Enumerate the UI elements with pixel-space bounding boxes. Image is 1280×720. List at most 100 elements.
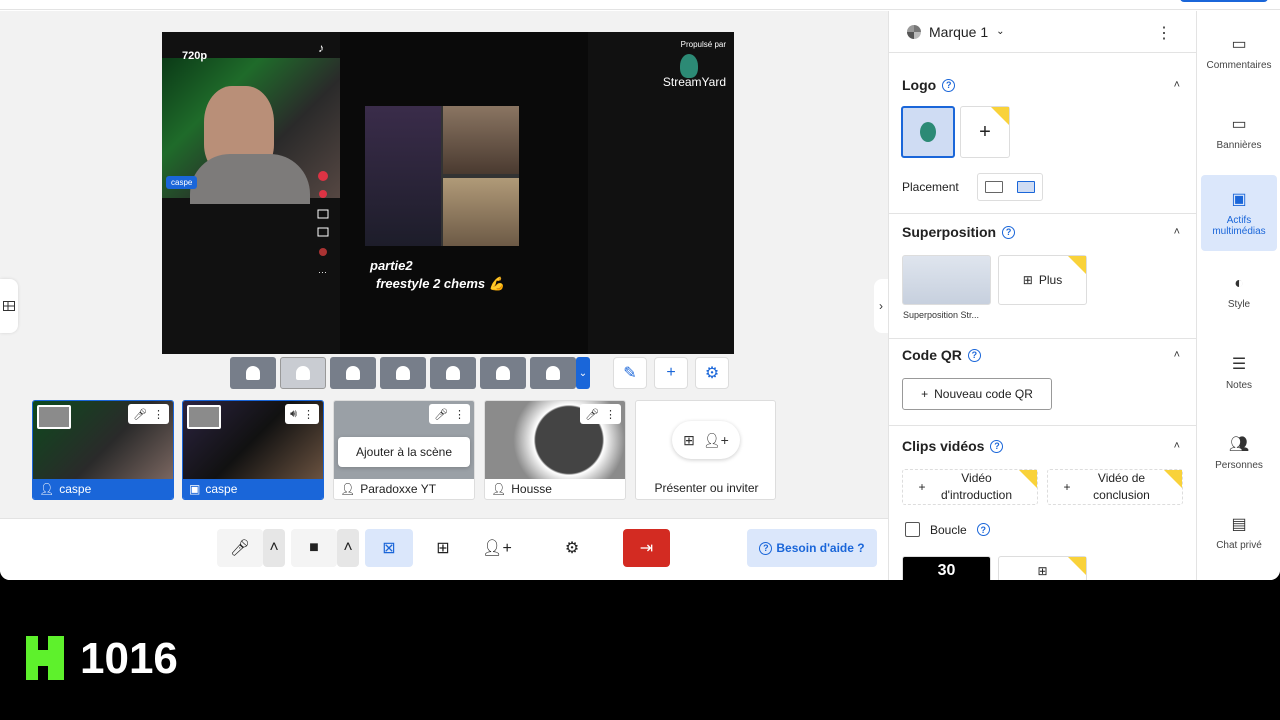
- person-icon: 👤︎: [491, 482, 507, 496]
- studio-window: › caspe 720p ♪ ··· partie2 freestyle 2 c…: [0, 0, 1280, 580]
- mic-icon[interactable]: 🎤︎: [585, 408, 599, 421]
- collapse-overlay-icon[interactable]: ˄: [1174, 226, 1180, 238]
- overlay-thumbnail-label: Superposition Str...: [903, 310, 980, 320]
- present-or-invite-card[interactable]: ⊞ 👤︎+ Présenter ou inviter: [635, 400, 776, 500]
- add-button[interactable]: +: [654, 357, 688, 389]
- overlay-section-title: Superposition?: [902, 224, 1016, 240]
- invite-guest-button[interactable]: 👤︎+: [473, 529, 521, 567]
- collapse-qr-icon[interactable]: ˄: [1174, 349, 1180, 361]
- placement-left-option[interactable]: [985, 181, 1003, 193]
- help-icon[interactable]: ?: [990, 439, 1004, 453]
- clip-more-button[interactable]: ⊞: [998, 556, 1087, 580]
- help-button[interactable]: ? Besoin d'aide ?: [747, 529, 877, 567]
- screen-share-icon: ▣: [189, 482, 201, 496]
- more-icon[interactable]: ⋮: [454, 408, 465, 421]
- notes-icon: ☰: [1231, 355, 1247, 373]
- layout-pip-button[interactable]: [430, 357, 476, 389]
- rail-item-comments[interactable]: ▭ Commentaires: [1201, 17, 1277, 87]
- brand-name-label: StreamYard: [662, 75, 726, 89]
- layout-screen-button[interactable]: [530, 357, 576, 389]
- card-controls[interactable]: 🔊︎ ⋮: [285, 404, 319, 424]
- rail-item-private-chat[interactable]: ▤ Chat privé: [1201, 497, 1277, 567]
- layout-solo-button[interactable]: [230, 357, 276, 389]
- layout-panel-toggle[interactable]: [0, 279, 18, 333]
- more-icon[interactable]: ⋮: [303, 408, 314, 421]
- share-screen-icon: ⊞: [436, 540, 450, 557]
- more-icon[interactable]: ⋮: [605, 408, 616, 421]
- layout-more-dropdown[interactable]: ⌄: [576, 357, 590, 389]
- add-to-stage-button[interactable]: Ajouter à la scène: [338, 437, 470, 467]
- settings-button[interactable]: ⚙: [548, 529, 596, 567]
- stage-settings-button[interactable]: ⚙: [695, 357, 729, 389]
- rail-item-style[interactable]: ◐ Style: [1201, 257, 1277, 327]
- palette-icon: ◐: [1234, 274, 1244, 292]
- rail-item-banners[interactable]: ▭ Bannières: [1201, 97, 1277, 167]
- camera-options-button[interactable]: ˄: [337, 529, 359, 567]
- layout-leader-button[interactable]: [330, 357, 376, 389]
- add-person-icon: 👤︎+: [482, 540, 512, 557]
- mic-options-button[interactable]: ˄: [263, 529, 285, 567]
- participant-name: 👤︎ Paradoxxe YT: [340, 482, 437, 496]
- layout-side-button[interactable]: [480, 357, 526, 389]
- layout-group-button[interactable]: [280, 357, 326, 389]
- overlay-more-button[interactable]: ⊞ Plus: [998, 255, 1087, 305]
- logo-section-title: Logo?: [902, 77, 956, 93]
- more-icon[interactable]: ⋮: [153, 408, 164, 421]
- help-icon[interactable]: ?: [967, 348, 981, 362]
- chevron-up-icon: ˄: [269, 539, 279, 556]
- leave-studio-button[interactable]: ⇥: [623, 529, 670, 567]
- camera-button[interactable]: ■: [291, 529, 337, 567]
- speaker-icon[interactable]: 🔊︎: [290, 408, 297, 421]
- mic-icon[interactable]: 🎤︎: [434, 408, 448, 421]
- intro-video-button[interactable]: + Vidéo d'introduction: [902, 469, 1038, 505]
- help-icon[interactable]: ?: [1002, 225, 1016, 239]
- live-subtitle: freestyle 2 chems 💪: [376, 276, 505, 291]
- rail-item-media[interactable]: ▣ Actifs multimédias: [1201, 175, 1277, 251]
- rail-item-notes[interactable]: ☰ Notes: [1201, 337, 1277, 407]
- loop-option[interactable]: Boucle ?: [905, 522, 990, 537]
- panel-collapse-toggle[interactable]: ›: [874, 279, 888, 333]
- chat-icon: ▤: [1231, 515, 1247, 533]
- placement-right-option[interactable]: [1017, 181, 1035, 193]
- chevron-down-icon: ⌄: [996, 26, 1005, 37]
- mute-mic-button[interactable]: 🎤︎: [217, 529, 263, 567]
- banner-icon: ▭: [1231, 115, 1247, 133]
- mic-icon[interactable]: 🎤︎: [133, 408, 147, 421]
- add-logo-button[interactable]: +: [960, 106, 1010, 158]
- help-icon[interactable]: ?: [976, 523, 990, 536]
- outro-video-button[interactable]: + Vidéo de conclusion: [1047, 469, 1183, 505]
- kick-logo-icon: [26, 636, 64, 680]
- card-controls[interactable]: 🎤︎ ⋮: [128, 404, 169, 424]
- participant-card-paradoxxe[interactable]: 🎤︎ ⋮ Ajouter à la scène 👤︎ Paradoxxe YT: [333, 400, 475, 500]
- help-icon[interactable]: ?: [942, 78, 956, 92]
- gear-icon: ⚙: [564, 540, 580, 557]
- participant-card-caspe-screen[interactable]: 🔊︎ ⋮ ▣ caspe: [182, 400, 324, 500]
- participant-name: 👤︎ Housse: [491, 482, 552, 496]
- new-qr-code-button[interactable]: + Nouveau code QR: [902, 378, 1052, 410]
- camera-name-tag: caspe: [166, 176, 198, 189]
- add-media-icon: ⊞: [1037, 564, 1048, 578]
- edit-button[interactable]: ✎: [613, 357, 647, 389]
- overlay-thumbnail[interactable]: [902, 255, 991, 305]
- brand-more-icon[interactable]: ⋮: [1156, 23, 1172, 43]
- participant-card-caspe-cam[interactable]: 🎤︎ ⋮ 👤︎ caspe: [32, 400, 174, 500]
- person-icon: 👤︎: [39, 482, 55, 496]
- participant-card-housse[interactable]: 🎤︎ ⋮ 👤︎ Housse: [484, 400, 626, 500]
- rail-item-people[interactable]: 👥︎ Personnes: [1201, 417, 1277, 487]
- collapse-clips-icon[interactable]: ˄: [1174, 440, 1180, 452]
- svg-text:···: ···: [318, 267, 327, 277]
- go-live-button[interactable]: [1180, 0, 1268, 2]
- loop-checkbox[interactable]: [905, 522, 920, 537]
- collapse-logo-icon[interactable]: ˄: [1174, 79, 1180, 91]
- card-controls[interactable]: 🎤︎ ⋮: [580, 404, 621, 424]
- invite-label: Présenter ou inviter: [654, 481, 759, 495]
- hide-self-button[interactable]: ⊠: [365, 529, 413, 567]
- chevron-up-icon: ˄: [343, 539, 353, 556]
- clip-thumbnail[interactable]: 30: [902, 556, 991, 580]
- layout-thin-button[interactable]: [380, 357, 426, 389]
- pencil-icon: ✎: [623, 365, 637, 382]
- share-screen-button[interactable]: ⊞: [419, 529, 467, 567]
- brand-selector[interactable]: Marque 1 ⌄: [889, 11, 1197, 53]
- logo-streamyard-tile[interactable]: [901, 106, 955, 158]
- card-controls[interactable]: 🎤︎ ⋮: [429, 404, 470, 424]
